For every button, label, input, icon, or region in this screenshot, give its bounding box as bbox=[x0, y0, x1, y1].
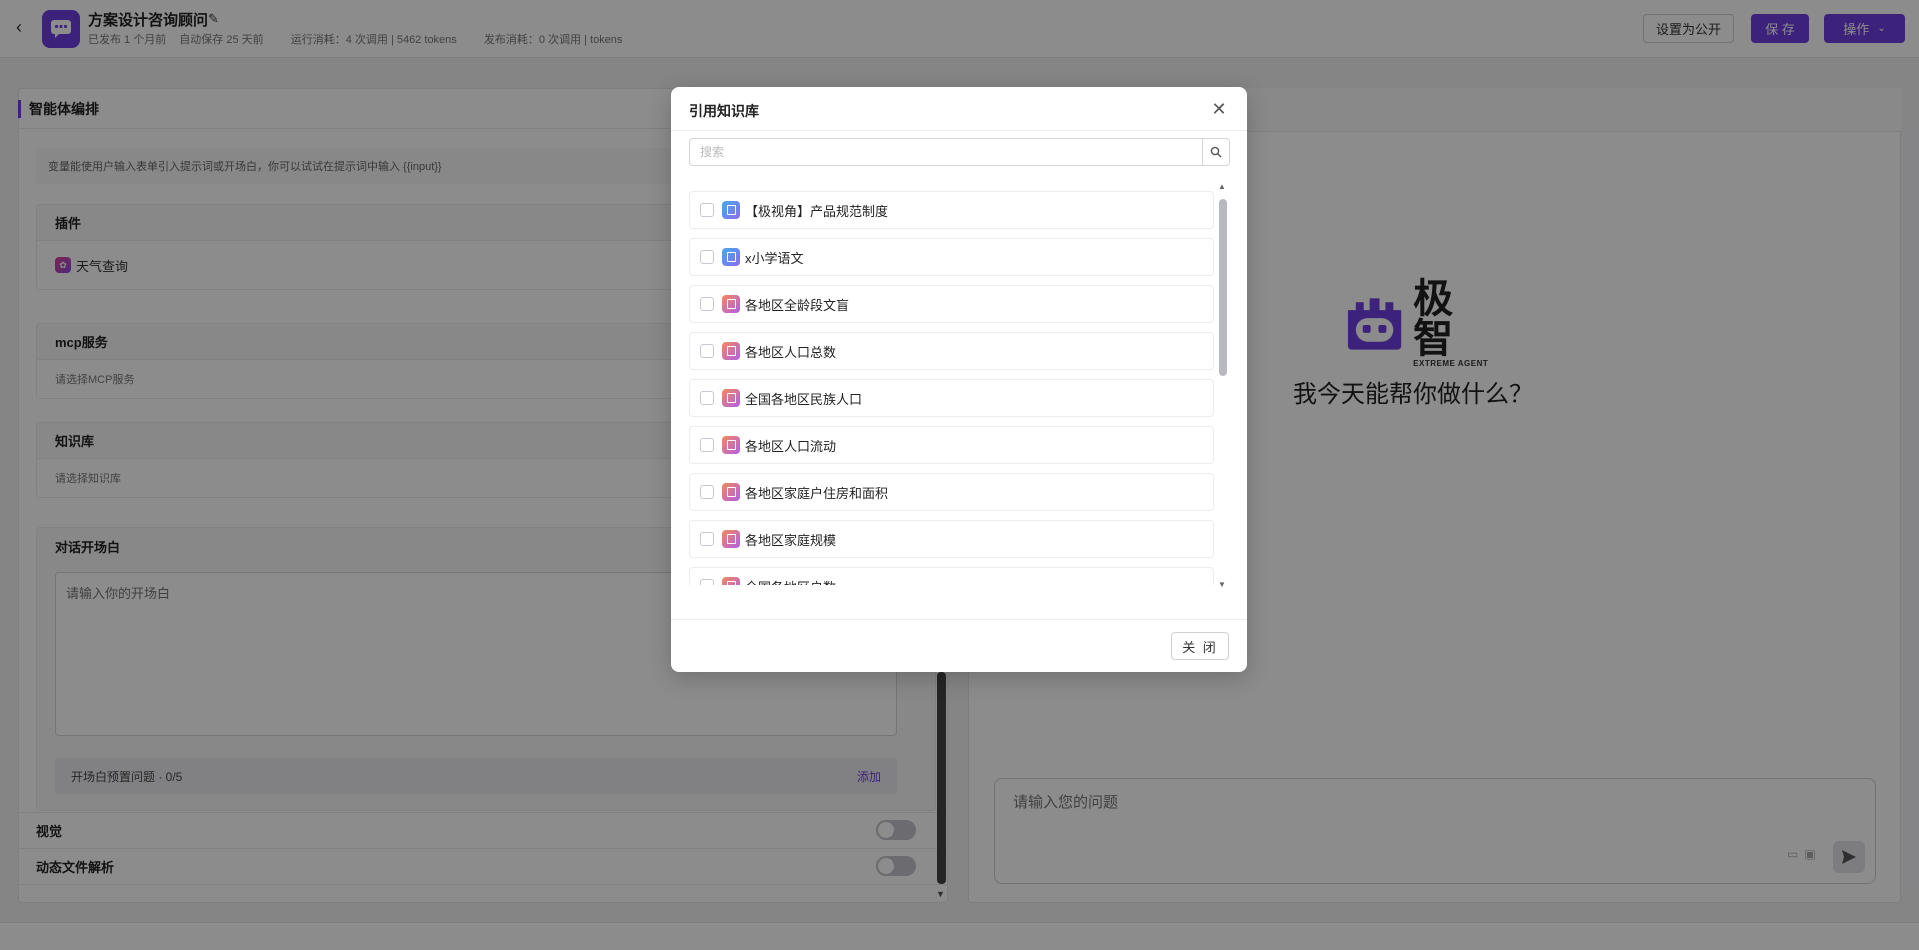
knowledge-item-label: 【极视角】产品规范制度 bbox=[745, 203, 889, 219]
knowledge-list-item[interactable]: x小学语文 bbox=[689, 238, 1214, 276]
knowledge-list-item[interactable]: 全国各地区户数 bbox=[689, 567, 1214, 585]
database-icon bbox=[722, 483, 740, 501]
document-icon bbox=[722, 201, 740, 219]
modal-footer bbox=[671, 619, 1247, 672]
database-icon bbox=[722, 295, 740, 313]
scroll-up-arrow-icon[interactable]: ▲ bbox=[1218, 182, 1226, 191]
checkbox[interactable] bbox=[700, 250, 714, 264]
database-icon bbox=[722, 342, 740, 360]
knowledge-modal: 引用知识库 ✕ 【极视角】产品规范制度 x小学语文各地区全龄段文盲各地区人口总数全… bbox=[671, 87, 1247, 672]
knowledge-item-label: 各地区家庭户住房和面积 bbox=[745, 485, 889, 501]
modal-header: 引用知识库 ✕ bbox=[671, 87, 1247, 131]
checkbox[interactable] bbox=[700, 438, 714, 452]
database-icon bbox=[722, 530, 740, 548]
checkbox[interactable] bbox=[700, 297, 714, 311]
close-icon[interactable]: ✕ bbox=[1207, 97, 1231, 121]
knowledge-list-item[interactable]: 各地区全龄段文盲 bbox=[689, 285, 1214, 323]
knowledge-list-item[interactable]: 各地区人口总数 bbox=[689, 332, 1214, 370]
knowledge-item-label: 各地区人口总数 bbox=[745, 344, 837, 360]
checkbox[interactable] bbox=[700, 485, 714, 499]
document-icon bbox=[722, 248, 740, 266]
checkbox[interactable] bbox=[700, 391, 714, 405]
knowledge-item-label: 各地区家庭规模 bbox=[745, 532, 837, 548]
knowledge-list-item[interactable]: 各地区家庭户住房和面积 bbox=[689, 473, 1214, 511]
close-button[interactable]: 关 闭 bbox=[1171, 632, 1229, 660]
knowledge-list-item[interactable]: 各地区家庭规模 bbox=[689, 520, 1214, 558]
database-icon bbox=[722, 436, 740, 454]
list-scrollbar-thumb[interactable] bbox=[1219, 199, 1227, 376]
knowledge-item-label: 全国各地区民族人口 bbox=[745, 391, 863, 407]
database-icon bbox=[722, 577, 740, 585]
search-input[interactable] bbox=[689, 138, 1202, 166]
checkbox[interactable] bbox=[700, 579, 714, 585]
checkbox[interactable] bbox=[700, 344, 714, 358]
knowledge-item-label: 全国各地区户数 bbox=[745, 577, 836, 586]
database-icon bbox=[722, 389, 740, 407]
modal-title: 引用知识库 bbox=[689, 103, 759, 119]
knowledge-item-label: 各地区人口流动 bbox=[745, 438, 837, 454]
search-button[interactable] bbox=[1202, 138, 1230, 166]
knowledge-item-label: 各地区全龄段文盲 bbox=[745, 297, 850, 313]
checkbox[interactable] bbox=[700, 203, 714, 217]
knowledge-list-item[interactable]: 全国各地区民族人口 bbox=[689, 379, 1214, 417]
knowledge-list: 【极视角】产品规范制度 x小学语文各地区全龄段文盲 各地区人口总数全国各地区民族人口… bbox=[689, 191, 1214, 585]
modal-search bbox=[689, 138, 1230, 166]
search-icon bbox=[1210, 146, 1222, 158]
knowledge-list-item[interactable]: 【极视角】产品规范制度 bbox=[689, 191, 1214, 229]
knowledge-item-label: x小学语文 bbox=[745, 250, 804, 266]
checkbox[interactable] bbox=[700, 532, 714, 546]
knowledge-list-item[interactable]: 各地区人口流动 bbox=[689, 426, 1214, 464]
scroll-down-arrow-icon[interactable]: ▼ bbox=[1218, 580, 1226, 589]
